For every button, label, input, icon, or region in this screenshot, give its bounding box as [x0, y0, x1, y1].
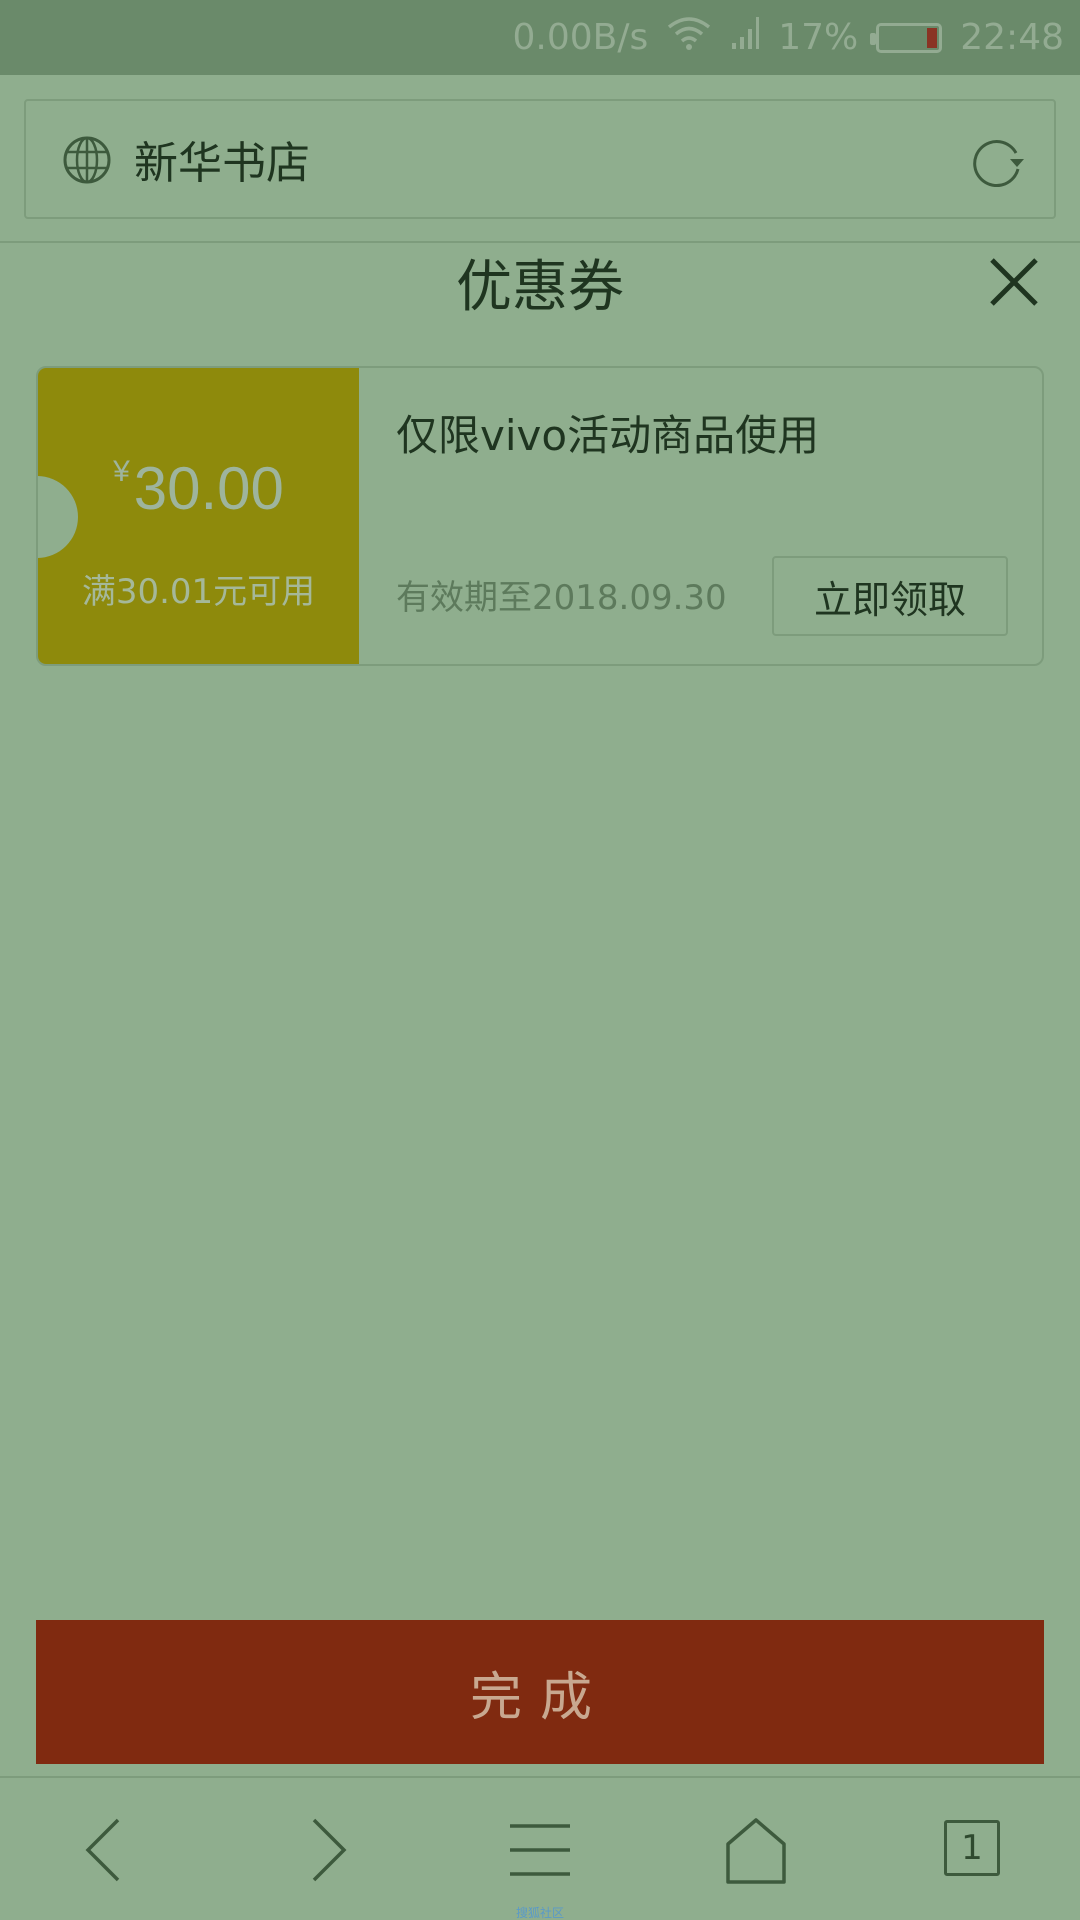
- bottom-nav: 1: [0, 1778, 1080, 1920]
- back-icon[interactable]: [70, 1814, 142, 1886]
- coupon-condition: 满30.01元可用: [81, 572, 316, 612]
- menu-icon[interactable]: [504, 1814, 576, 1886]
- home-icon[interactable]: [720, 1814, 792, 1886]
- close-icon[interactable]: [988, 256, 1040, 308]
- divider: [0, 241, 1080, 243]
- page-title: 新华书店: [134, 138, 310, 189]
- claim-button[interactable]: 立即领取: [772, 556, 1008, 636]
- globe-icon: [63, 136, 111, 184]
- battery-level: [927, 27, 938, 48]
- coupon-card: ¥30.00 满30.01元可用 仅限vivo活动商品使用 有效期至2018.0…: [36, 366, 1044, 666]
- clock: 22:48: [960, 17, 1064, 58]
- net-speed: 0.00B/s: [512, 17, 649, 58]
- currency-symbol: ¥: [113, 455, 130, 488]
- forward-icon[interactable]: [290, 1814, 362, 1886]
- coupon-amount-panel: ¥30.00 满30.01元可用: [38, 368, 359, 664]
- address-bar[interactable]: 新华书店: [24, 99, 1056, 219]
- panel-title: 优惠券: [456, 255, 624, 320]
- battery-percent: 17%: [778, 17, 859, 58]
- watermark: 搜狐社区: [515, 1906, 564, 1920]
- coupon-validity: 有效期至2018.09.30: [396, 578, 727, 618]
- status-bar: 0.00B/s 17% 22:48: [0, 0, 1080, 75]
- reload-icon[interactable]: [970, 135, 1026, 191]
- tabs-icon[interactable]: 1: [944, 1820, 1000, 1876]
- coupon-value: 30.00: [133, 455, 284, 522]
- done-button[interactable]: 完成: [36, 1620, 1044, 1764]
- coupon-description: 仅限vivo活动商品使用: [396, 411, 820, 460]
- wifi-icon: [666, 15, 712, 60]
- signal-icon: [730, 15, 760, 60]
- coupon-amount: ¥30.00: [38, 454, 359, 523]
- battery-icon: [870, 22, 943, 53]
